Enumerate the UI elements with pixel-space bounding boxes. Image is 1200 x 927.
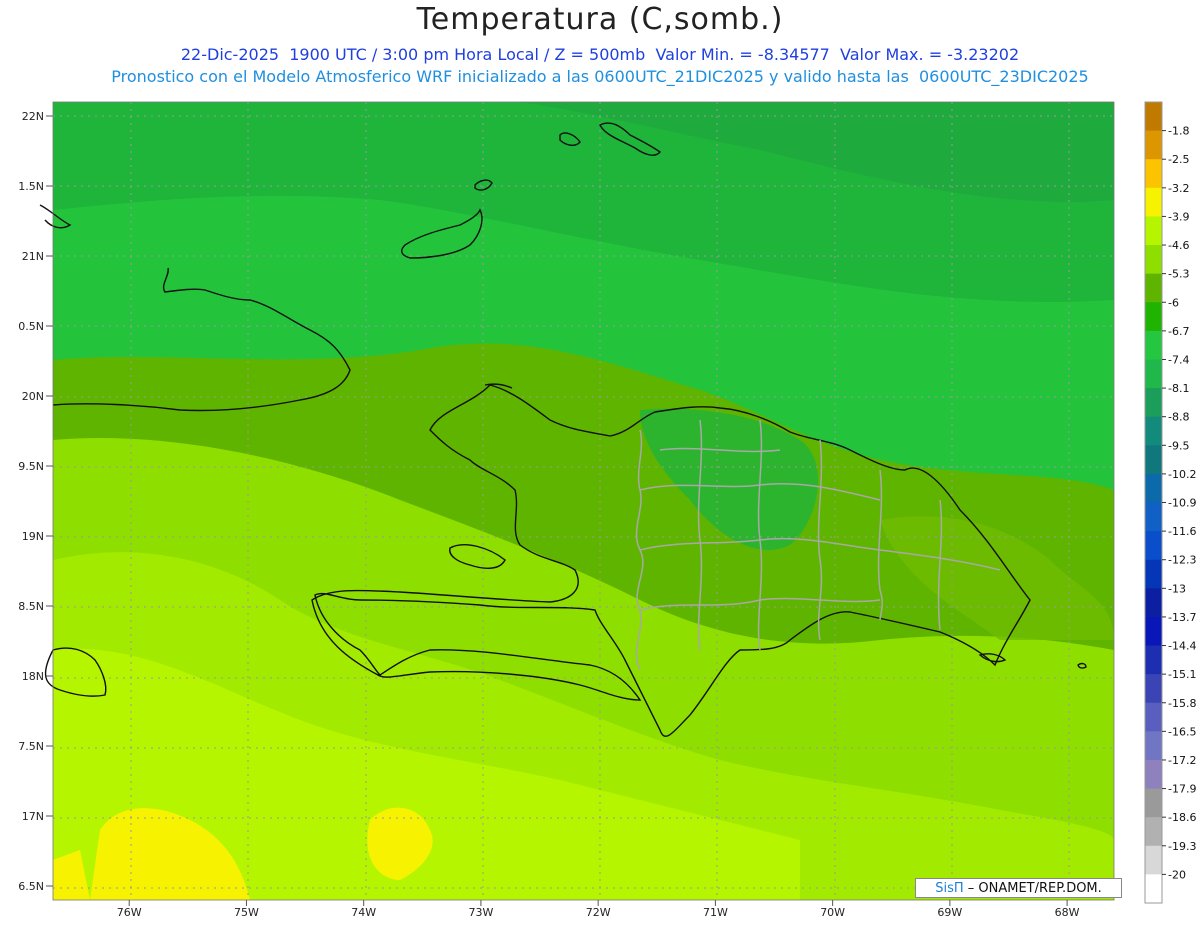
sispi-logo-text: SisΠ (935, 881, 964, 896)
temperature-map: 22N 1.5N 21N 0.5N 20N 9.5N 19N 8.5N 18N 7.5N 17N 6.… (18, 101, 1196, 919)
lat-tick-label: 6.5N (18, 880, 44, 893)
colorbar-swatch (1145, 388, 1162, 418)
colorbar-swatch (1145, 502, 1162, 532)
lon-tick-label: 76W (117, 906, 142, 919)
colorbar-label: -6.7 (1168, 325, 1189, 338)
colorbar-label: -10.9 (1168, 497, 1196, 510)
lon-tick-label: 69W (937, 906, 962, 919)
colorbar-swatch (1145, 216, 1162, 246)
longitude-ticks: 76W 75W 74W 73W 72W 71W 70W 69W 68W (117, 900, 1080, 919)
lat-tick-label: 17N (22, 810, 44, 823)
colorbar-swatch (1145, 645, 1162, 675)
colorbar-label: -18.6 (1168, 811, 1196, 824)
colorbar-label: -2.5 (1168, 153, 1189, 166)
colorbar-swatch (1145, 817, 1162, 847)
lat-tick-label: 20N (22, 390, 44, 403)
lat-tick-label: 22N (22, 110, 44, 123)
colorbar-label: -9.5 (1168, 439, 1189, 452)
lon-tick-label: 72W (586, 906, 611, 919)
colorbar-swatch (1145, 616, 1162, 647)
lat-tick-label: 21N (22, 250, 44, 263)
latitude-ticks: 22N 1.5N 21N 0.5N 20N 9.5N 19N 8.5N 18N 7.5N 17N 6.… (18, 110, 53, 893)
lon-tick-label: 74W (351, 906, 376, 919)
credit-text: – ONAMET/REP.DOM. (967, 881, 1102, 896)
lon-tick-label: 71W (703, 906, 728, 919)
colorbar-label: -17.9 (1168, 783, 1196, 796)
colorbar-label: -19.3 (1168, 840, 1196, 853)
colorbar-swatch (1145, 531, 1162, 561)
colorbar-swatch (1145, 359, 1162, 389)
colorbar-label: -3.2 (1168, 182, 1189, 195)
colorbar-label: -8.8 (1168, 411, 1189, 424)
colorbar-label: -17.2 (1168, 754, 1196, 767)
lat-tick-label: 19N (22, 530, 44, 543)
lat-tick-label: 1.5N (18, 180, 44, 193)
colorbar-label: -6 (1168, 296, 1179, 309)
colorbar-label: -20 (1168, 868, 1186, 881)
colorbar-swatch (1145, 302, 1162, 332)
colorbar-swatch (1145, 731, 1162, 761)
colorbar-label: -14.4 (1168, 640, 1196, 653)
colorbar-label: -11.6 (1168, 525, 1196, 538)
colorbar-swatch (1145, 702, 1162, 732)
colorbar-swatch (1145, 588, 1162, 618)
colorbar-swatch (1145, 473, 1162, 503)
colorbar-swatch (1145, 674, 1162, 704)
colorbar-swatch (1145, 416, 1162, 446)
lat-tick-label: 18N (22, 670, 44, 683)
lon-tick-label: 73W (468, 906, 493, 919)
colorbar-label: -4.6 (1168, 239, 1189, 252)
colorbar-label: -3.9 (1168, 210, 1189, 223)
colorbar-swatch (1145, 273, 1162, 303)
colorbar-label: -16.5 (1168, 725, 1196, 738)
colorbar-swatch (1145, 759, 1162, 790)
lat-tick-label: 0.5N (18, 320, 44, 333)
lat-tick-label: 7.5N (18, 740, 44, 753)
colorbar-swatch (1145, 245, 1162, 275)
colorbar-label: -5.3 (1168, 268, 1189, 281)
colorbar-swatch (1145, 559, 1162, 589)
lat-tick-label: 9.5N (18, 460, 44, 473)
colorbar-swatch (1145, 874, 1162, 904)
colorbar-swatch (1145, 159, 1162, 189)
colorbar-swatch (1145, 845, 1162, 875)
colorbar-swatch (1145, 330, 1162, 360)
colorbar-swatch (1145, 788, 1162, 818)
colorbar-label: -12.3 (1168, 554, 1196, 567)
colorbar-label: -15.8 (1168, 697, 1196, 710)
colorbar-swatch (1145, 445, 1162, 475)
lon-tick-label: 75W (234, 906, 259, 919)
colorbar-label: -15.1 (1168, 668, 1196, 681)
lon-tick-label: 70W (820, 906, 845, 919)
colorbar-label: -13.7 (1168, 611, 1196, 624)
lon-tick-label: 68W (1055, 906, 1080, 919)
colorbar-swatch (1145, 130, 1162, 160)
colorbar-swatch (1145, 187, 1162, 217)
credit-box: SisΠ – ONAMET/REP.DOM. (915, 878, 1122, 898)
colorbar-swatch (1145, 102, 1162, 132)
lat-tick-label: 8.5N (18, 600, 44, 613)
colorbar-label: -13 (1168, 582, 1186, 595)
colorbar-label: -10.2 (1168, 468, 1196, 481)
temperature-field (53, 102, 1114, 900)
colorbar: -1.8 -2.5 -3.2 -3.9 -4.6 -5.3 -6 -6.7 -7.4 -8.1 -8… (1144, 101, 1196, 904)
colorbar-label: -8.1 (1168, 382, 1189, 395)
colorbar-label: -7.4 (1168, 353, 1189, 366)
colorbar-label: -1.8 (1168, 125, 1189, 138)
